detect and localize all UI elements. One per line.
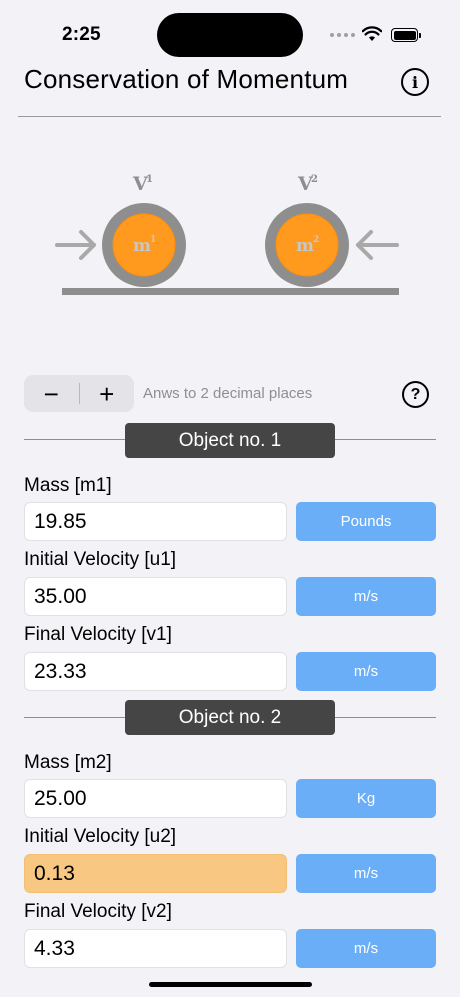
collision-diagram: V 1 V 2 m 1 m 2 xyxy=(55,173,399,295)
final-velocity1-label: Final Velocity [v1] xyxy=(24,624,172,645)
info-button[interactable]: i xyxy=(401,68,429,96)
initial-velocity1-label: Initial Velocity [u1] xyxy=(24,549,177,570)
final-velocity1-unit-button[interactable]: m/s xyxy=(296,652,436,691)
mass1-label: Mass [m1] xyxy=(24,475,112,496)
mass2-unit-button[interactable]: Kg xyxy=(296,779,436,818)
final-velocity2-unit-button[interactable]: m/s xyxy=(296,929,436,968)
object2-header: Object no. 2 xyxy=(125,700,335,735)
final-velocity1-field[interactable]: 23.33 xyxy=(24,652,287,691)
status-time: 2:25 xyxy=(62,24,101,45)
mass1-unit-button[interactable]: Pounds xyxy=(296,502,436,541)
m2-sup: 2 xyxy=(313,235,319,245)
question-icon: ? xyxy=(410,385,421,403)
info-icon: i xyxy=(411,72,419,92)
initial-velocity2-label: Initial Velocity [u2] xyxy=(24,826,177,847)
home-indicator[interactable] xyxy=(149,982,312,987)
page-title: Conservation of Momentum xyxy=(24,64,349,94)
final-velocity2-label: Final Velocity [v2] xyxy=(24,901,172,922)
battery-icon xyxy=(391,28,421,42)
left-arrow-icon xyxy=(356,230,399,260)
object1-header: Object no. 1 xyxy=(125,423,335,458)
m2-label: m xyxy=(296,236,314,256)
decrement-button[interactable]: − xyxy=(24,375,79,412)
v2-sup: 2 xyxy=(311,174,318,185)
mass1-field[interactable]: 19.85 xyxy=(24,502,287,541)
ground-line xyxy=(62,288,399,295)
initial-velocity2-field[interactable]: 0.13 xyxy=(24,854,287,893)
right-arrow-icon xyxy=(55,230,96,260)
final-velocity2-field[interactable]: 4.33 xyxy=(24,929,287,968)
precision-text: Anws to 2 decimal places xyxy=(143,385,313,402)
m1-label: m xyxy=(133,236,151,256)
m1-sup: 1 xyxy=(150,235,156,245)
initial-velocity2-unit-button[interactable]: m/s xyxy=(296,854,436,893)
help-button[interactable]: ? xyxy=(402,381,429,408)
mass2-field[interactable]: 25.00 xyxy=(24,779,287,818)
initial-velocity1-unit-button[interactable]: m/s xyxy=(296,577,436,616)
precision-stepper[interactable]: − + xyxy=(24,375,134,412)
v1-sup: 1 xyxy=(146,174,153,185)
dynamic-island xyxy=(157,13,303,57)
mass2-label: Mass [m2] xyxy=(24,752,112,773)
wifi-icon xyxy=(362,26,382,41)
initial-velocity1-field[interactable]: 35.00 xyxy=(24,577,287,616)
divider xyxy=(18,116,441,117)
ball-m1: m 1 xyxy=(102,203,186,287)
signal-icon xyxy=(330,33,355,37)
ball-m2: m 2 xyxy=(265,203,349,287)
increment-button[interactable]: + xyxy=(80,375,135,412)
